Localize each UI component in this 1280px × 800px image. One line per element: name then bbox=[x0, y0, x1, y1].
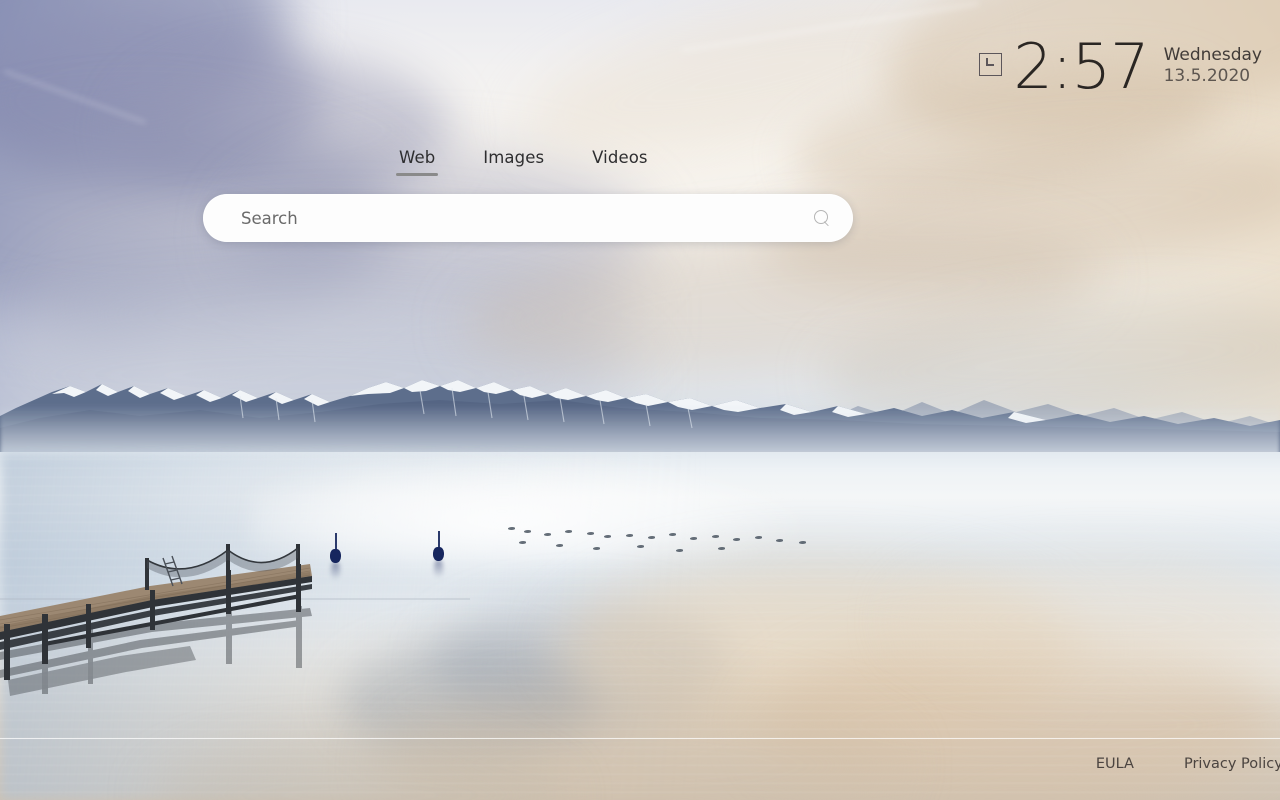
search-bar[interactable] bbox=[203, 194, 853, 242]
tab-images[interactable]: Images bbox=[483, 148, 544, 176]
search-block: Web Images Videos bbox=[203, 148, 853, 242]
bird bbox=[519, 541, 526, 544]
bird bbox=[556, 544, 563, 547]
clock-date: 13.5.2020 bbox=[1163, 65, 1251, 86]
bird bbox=[544, 533, 551, 536]
tab-label: Web bbox=[399, 148, 436, 167]
bird bbox=[733, 538, 740, 541]
search-icon bbox=[813, 209, 831, 227]
clock-widget[interactable]: 2:57 Wednesday 13.5.2020 bbox=[979, 30, 1262, 103]
bird bbox=[712, 535, 719, 538]
bird bbox=[593, 547, 600, 550]
wallpaper-photo bbox=[0, 0, 1280, 800]
bird bbox=[524, 530, 531, 533]
bird bbox=[669, 533, 676, 536]
clock-weekday: Wednesday bbox=[1163, 45, 1262, 65]
bird bbox=[637, 545, 644, 548]
bird bbox=[587, 532, 594, 535]
footer-link-privacy-policy[interactable]: Privacy Policy bbox=[1184, 756, 1280, 772]
clock-date-block: Wednesday 13.5.2020 bbox=[1163, 45, 1262, 86]
footer-divider bbox=[0, 738, 1280, 739]
bird bbox=[718, 547, 725, 550]
tab-label: Images bbox=[483, 148, 545, 167]
bird bbox=[755, 536, 762, 539]
clock-time: 2:57 bbox=[1013, 30, 1149, 103]
footer-link-eula[interactable]: EULA bbox=[1096, 756, 1134, 772]
search-tabs: Web Images Videos bbox=[395, 148, 853, 176]
tab-web[interactable]: Web bbox=[395, 148, 439, 176]
bird bbox=[676, 549, 683, 552]
bird bbox=[565, 530, 572, 533]
bird bbox=[626, 534, 633, 537]
footer-links: EULAPrivacy PolicyS bbox=[1046, 756, 1280, 772]
wooden-pier bbox=[0, 544, 470, 696]
tab-label: Videos bbox=[592, 148, 648, 167]
bird bbox=[799, 541, 806, 544]
bird bbox=[776, 539, 783, 542]
bird bbox=[648, 536, 655, 539]
bird bbox=[604, 535, 611, 538]
search-submit-button[interactable] bbox=[795, 194, 849, 242]
tab-videos[interactable]: Videos bbox=[592, 148, 647, 176]
bird bbox=[690, 537, 697, 540]
search-input[interactable] bbox=[203, 194, 795, 242]
new-tab-page: 2:57 Wednesday 13.5.2020 Web Images Videos… bbox=[0, 0, 1280, 800]
clock-square-icon[interactable] bbox=[979, 53, 1003, 76]
bird bbox=[508, 527, 515, 530]
